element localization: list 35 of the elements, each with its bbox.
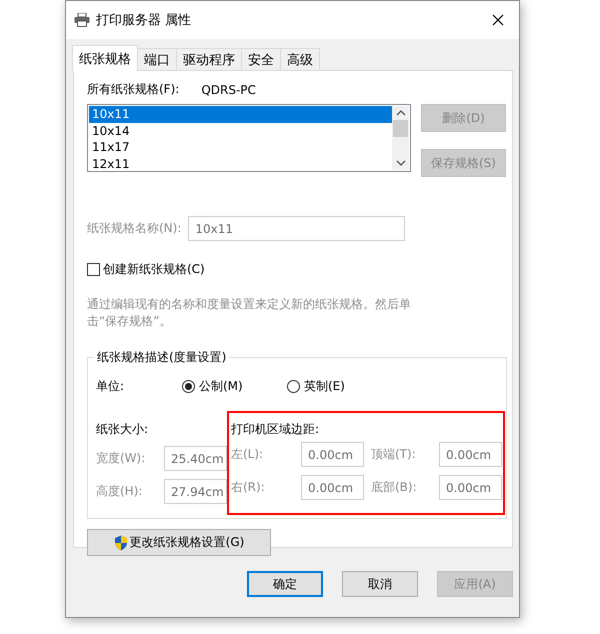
scrollbar[interactable] bbox=[392, 106, 409, 170]
section-title: 打印机区域边距: bbox=[231, 421, 320, 438]
field-label: 底部(B): bbox=[371, 479, 418, 496]
tab[interactable]: 纸张规格 bbox=[72, 45, 138, 71]
radio-button[interactable] bbox=[287, 380, 300, 393]
list-item[interactable]: 10x14 bbox=[89, 122, 392, 139]
radio-button[interactable] bbox=[182, 380, 195, 393]
field-label: 宽度(W): bbox=[96, 450, 146, 467]
name-label: 纸张规格名称(N): bbox=[87, 220, 182, 237]
checkbox-label[interactable]: 创建新纸张规格(C) bbox=[103, 261, 205, 278]
forms-list[interactable]: 10x11 10x14 11x17 12x11 bbox=[87, 104, 411, 172]
units-label: 单位: bbox=[96, 378, 126, 395]
tab[interactable]: 高级 bbox=[280, 48, 320, 70]
change-settings-button[interactable]: 更改纸张规格设置(G) bbox=[87, 529, 271, 556]
dialog-button[interactable]: 确定 bbox=[247, 571, 323, 597]
server-name: QDRS-PC bbox=[201, 82, 256, 96]
list-item[interactable]: 12x11 bbox=[89, 156, 392, 172]
radio-label[interactable]: 英制(E) bbox=[304, 378, 345, 395]
field-label: 右(R): bbox=[231, 479, 266, 496]
dialog-button[interactable]: 取消 bbox=[342, 571, 418, 597]
window-title: 打印服务器 属性 bbox=[96, 12, 192, 29]
list-label: 所有纸张规格(F): bbox=[87, 81, 180, 98]
group-title: 纸张规格描述(度量设置) bbox=[94, 349, 230, 366]
section-title: 纸张大小: bbox=[96, 421, 150, 438]
scrollbar-thumb[interactable] bbox=[393, 120, 408, 137]
field-label: 顶端(T): bbox=[371, 446, 417, 463]
description-text: 通过编辑现有的名称和度量设置来定义新的纸张规格。然后单击“保存规格”。 bbox=[87, 296, 412, 330]
shield-icon bbox=[114, 534, 128, 550]
radio-label[interactable]: 公制(M) bbox=[199, 378, 243, 395]
printer-icon bbox=[74, 13, 90, 27]
field-label: 高度(H): bbox=[96, 483, 144, 500]
list-item[interactable]: 10x11 bbox=[89, 106, 392, 122]
list-item[interactable]: 11x17 bbox=[89, 139, 392, 156]
field-label: 左(L): bbox=[231, 446, 264, 463]
checkbox[interactable] bbox=[87, 263, 100, 276]
